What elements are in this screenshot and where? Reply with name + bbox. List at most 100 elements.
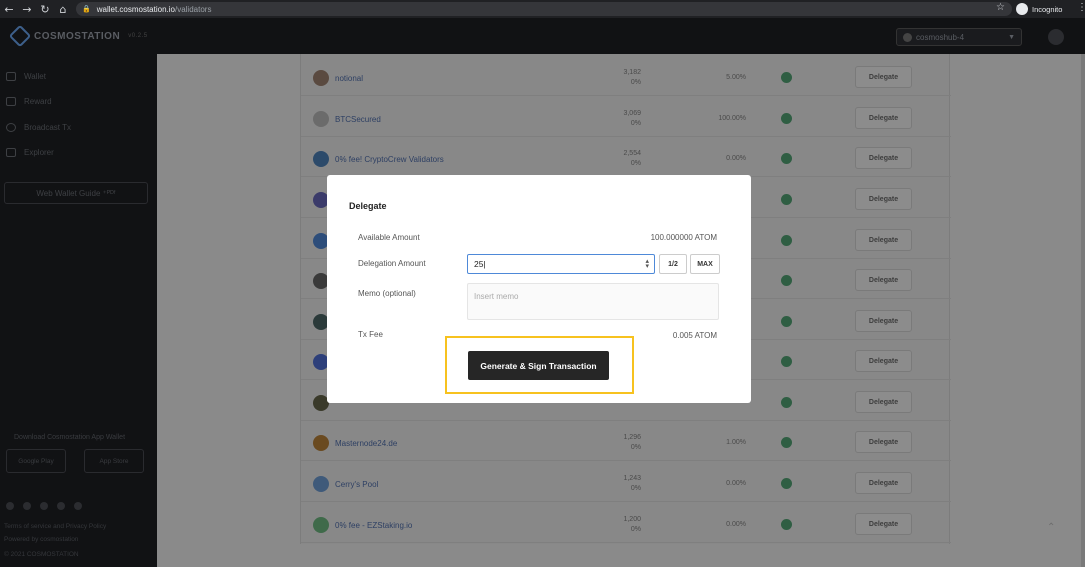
reload-icon[interactable]: ↻ [36,3,54,16]
validator-name[interactable]: 0% fee! CryptoCrew Validators [335,155,444,164]
table-row: notional 3,182 0% 5.00% Delegate [301,56,951,96]
memo-label: Memo (optional) [358,289,416,298]
sidebar-item-label: Broadcast Tx [24,123,71,132]
broadcast-icon [6,123,16,132]
delegation-amount-label: Delegation Amount [358,259,426,268]
delegate-button[interactable]: Delegate [855,350,912,372]
app-header: COSMOSTATION v0.2.5 cosmoshub-4 ▼ [0,18,1085,54]
app-version: v0.2.5 [128,33,148,39]
google-play-button[interactable]: Google Play [6,449,66,473]
wallet-icon [6,72,16,81]
home-icon[interactable]: ⌂ [54,3,72,16]
validator-name[interactable]: 0% fee - EZStaking.io [335,521,412,530]
memo-field[interactable]: Insert memo [467,283,719,320]
sidebar-item-reward[interactable]: Reward [6,97,52,106]
copyright-text: © 2021 COSMOSTATION [4,551,79,558]
validator-avatar [313,476,329,492]
table-row: Cerry's Pool 1,243 0% 0.00% Delegate [301,462,951,502]
logo-mark-icon [8,24,32,48]
voting-power: 3,069 0% [623,110,641,127]
active-status-icon [781,194,792,205]
download-app-text: Download Cosmostation App Wallet [14,434,126,441]
number-stepper-icon[interactable]: ▴ ▾ [645,258,649,270]
voting-power: 1,296 0% [623,434,641,451]
incognito-badge[interactable]: Incognito [1016,2,1062,16]
address-bar[interactable]: 🔒 wallet.cosmostation.io/validators [76,2,1012,16]
active-status-icon [781,153,792,164]
table-row: BTCSecured 3,069 0% 100.00% Delegate [301,97,951,137]
forward-icon[interactable]: → [18,3,36,16]
scrollbar[interactable] [1081,54,1085,567]
back-icon[interactable]: ← [0,3,18,16]
delegate-button[interactable]: Delegate [855,66,912,88]
delegate-button[interactable]: Delegate [855,107,912,129]
powered-by-text: Powered by cosmostation [4,536,79,543]
incognito-label: Incognito [1032,4,1063,14]
delegate-button[interactable]: Delegate [855,147,912,169]
sidebar: Wallet Reward Broadcast Tx Explorer Web … [0,54,157,567]
active-status-icon [781,113,792,124]
app-store-button[interactable]: App Store [84,449,144,473]
generate-sign-transaction-button[interactable]: Generate & Sign Transaction [468,351,609,380]
account-icon[interactable] [1048,29,1064,45]
max-amount-button[interactable]: MAX [690,254,720,274]
active-status-icon [781,356,792,367]
delegate-button[interactable]: Delegate [855,513,912,535]
sidebar-item-broadcast-tx[interactable]: Broadcast Tx [6,123,71,132]
active-status-icon [781,437,792,448]
delegation-amount-value: 25 [474,259,484,269]
delegate-button[interactable]: Delegate [855,188,912,210]
table-row: 0% fee! CryptoCrew Validators 2,554 0% 0.… [301,137,951,177]
delegate-button[interactable]: Delegate [855,391,912,413]
active-status-icon [781,72,792,83]
delegate-button[interactable]: Delegate [855,472,912,494]
validator-avatar [313,70,329,86]
delegate-button[interactable]: Delegate [855,229,912,251]
commission: 0.00% [726,521,746,528]
terms-link[interactable]: Terms of service and Privacy Policy [4,523,106,530]
active-status-icon [781,235,792,246]
sidebar-item-label: Explorer [24,148,54,157]
validator-name[interactable]: Masternode24.de [335,439,397,448]
sidebar-item-label: Wallet [24,72,46,81]
telegram-icon[interactable] [40,502,48,510]
chain-name: cosmoshub-4 [916,32,965,42]
lock-icon: 🔒 [82,5,91,13]
github-icon[interactable] [6,502,14,510]
cosmostation-logo[interactable]: COSMOSTATION v0.2.5 [8,24,148,48]
incognito-icon [1016,3,1028,15]
tx-fee-label: Tx Fee [358,330,383,339]
validator-avatar [313,151,329,167]
sidebar-item-explorer[interactable]: Explorer [6,148,54,157]
modal-title: Delegate [349,201,387,211]
medium-icon[interactable] [23,502,31,510]
bookmark-star-icon[interactable]: ☆ [996,2,1005,13]
active-status-icon [781,519,792,530]
youtube-icon[interactable] [74,502,82,510]
delegation-amount-input[interactable]: 25 | ▴ ▾ [467,254,655,274]
sidebar-item-wallet[interactable]: Wallet [6,72,46,81]
web-wallet-guide-button[interactable]: Web Wallet Guide ⁺ᴾᴰᶠ [4,182,148,204]
twitter-icon[interactable] [57,502,65,510]
available-amount-value: 100.000000 ATOM [650,233,717,242]
commission: 1.00% [726,439,746,446]
commission: 0.00% [726,155,746,162]
delegate-button[interactable]: Delegate [855,310,912,332]
active-status-icon [781,316,792,327]
validator-name[interactable]: BTCSecured [335,115,381,124]
logo-text: COSMOSTATION [34,30,121,42]
validator-name[interactable]: Cerry's Pool [335,480,378,489]
validator-name[interactable]: notional [335,74,363,83]
browser-menu-icon[interactable]: ⋮ [1077,2,1085,13]
social-links [6,502,82,510]
validator-avatar [313,517,329,533]
chain-icon [903,32,912,42]
commission: 5.00% [726,74,746,81]
delegate-button[interactable]: Delegate [855,431,912,453]
half-amount-button[interactable]: 1/2 [659,254,687,274]
caret-down-icon: ▼ [1008,33,1015,41]
back-to-top-icon[interactable]: ⌃ [1047,522,1055,533]
delegate-button[interactable]: Delegate [855,269,912,291]
url-path: /validators [174,4,212,14]
chain-selector[interactable]: cosmoshub-4 ▼ [896,28,1022,46]
